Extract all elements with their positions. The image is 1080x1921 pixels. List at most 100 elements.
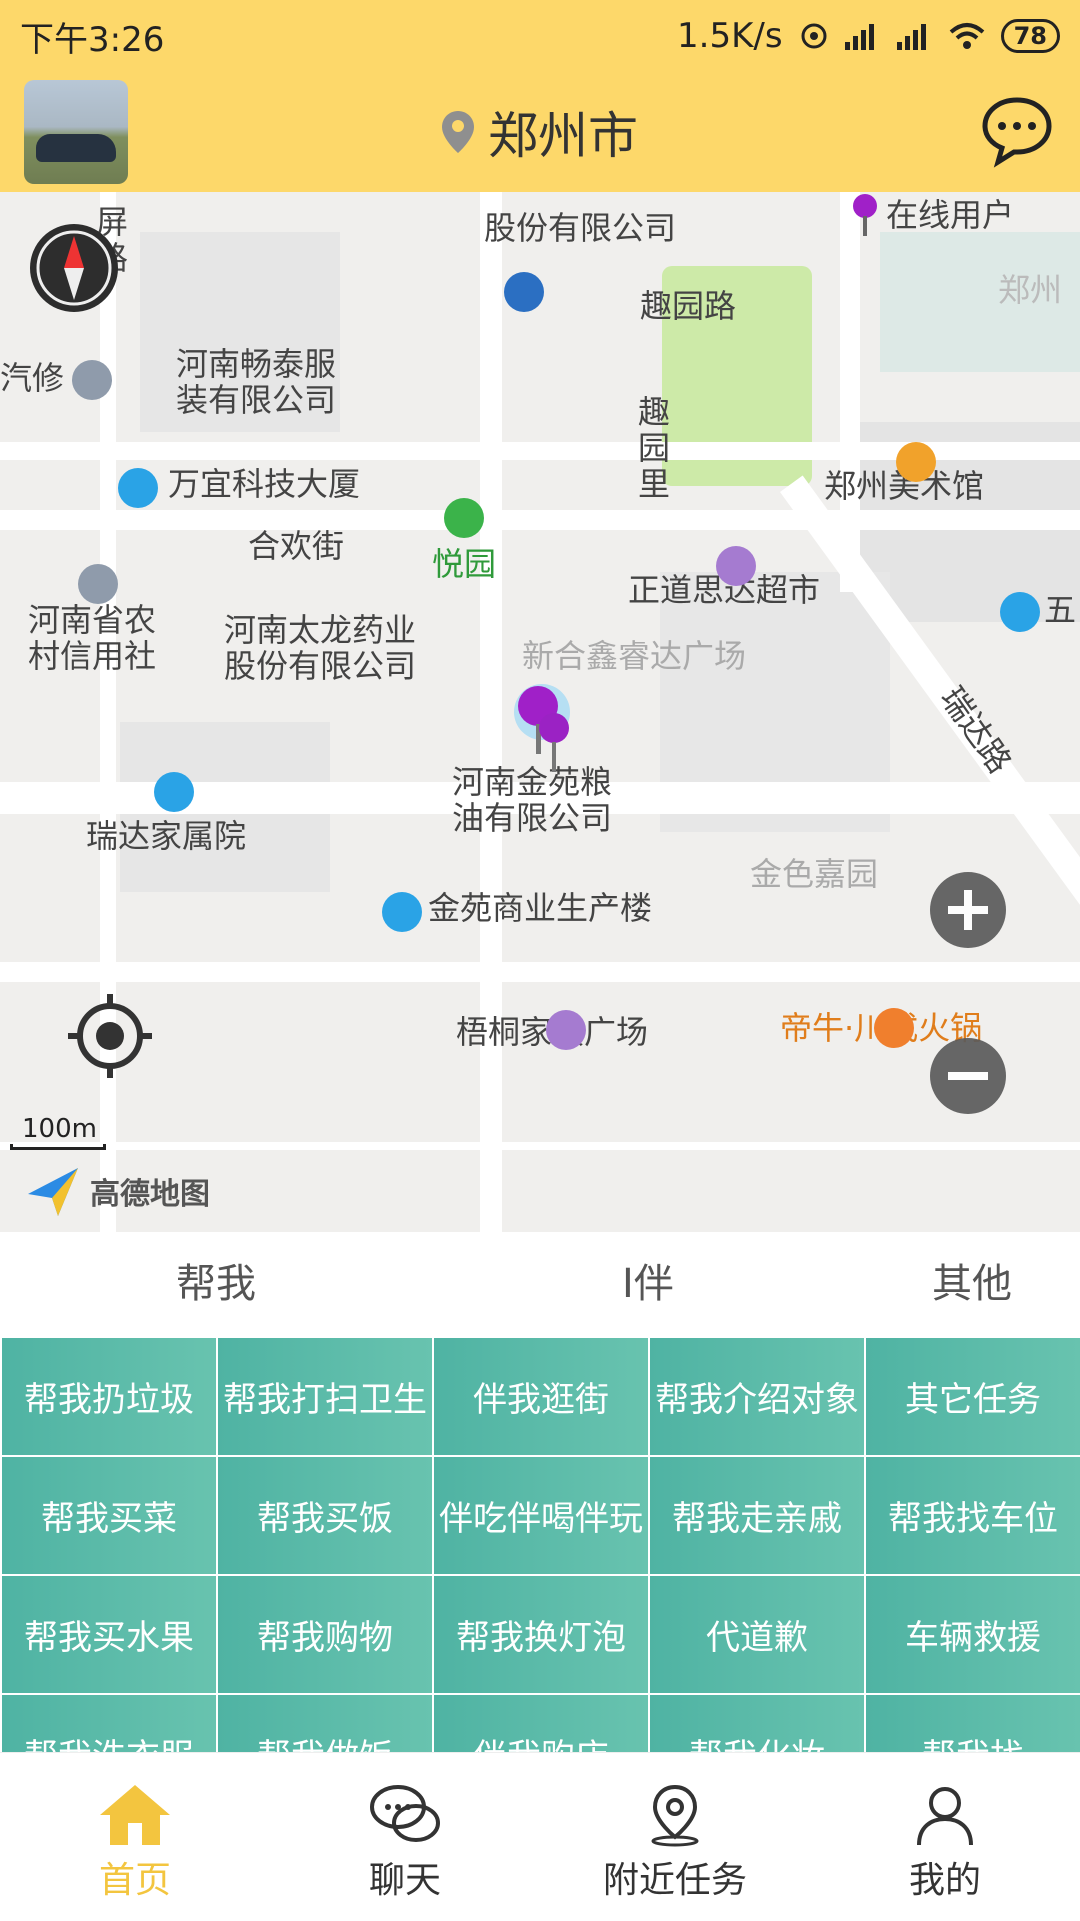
online-users-label: 在线用户	[886, 196, 1015, 234]
task-item[interactable]: 伴吃伴喝伴玩	[434, 1457, 648, 1574]
tab-other[interactable]: 其他	[932, 1232, 1012, 1336]
user-icon	[917, 1787, 973, 1846]
task-item[interactable]: 伴我购店	[434, 1695, 648, 1752]
map-provider-logo: 高德地图	[24, 1164, 210, 1218]
mall-icon	[546, 1010, 586, 1050]
map-label: 郑州	[998, 271, 1063, 309]
hotspot-icon	[801, 23, 827, 49]
map-scale: 100m	[10, 1114, 110, 1150]
residence-icon	[154, 772, 194, 812]
app-header: 郑州市	[0, 72, 1080, 192]
road	[0, 510, 1080, 530]
map-view[interactable]: 屏 路 股份有限公司 趣园路 郑州 河南畅泰服 装有限公司 汽修 万宜科技大厦 …	[0, 192, 1080, 1232]
locate-me-icon[interactable]	[66, 992, 154, 1080]
online-users-legend: 在线用户	[850, 192, 1014, 238]
task-item[interactable]: 帮我找	[866, 1695, 1080, 1752]
nav-chat[interactable]: 聊天	[270, 1753, 540, 1921]
nav-mine[interactable]: 我的	[810, 1753, 1080, 1921]
category-tabs: 帮我 I伴 其他	[0, 1232, 1080, 1336]
restaurant-icon	[874, 1008, 914, 1048]
task-item[interactable]: 帮我洗衣服	[2, 1695, 216, 1752]
map-label: 股份有限公司	[224, 647, 417, 685]
nav-mine-label: 我的	[908, 1860, 981, 1901]
map-pin-icon	[651, 1784, 699, 1847]
wrench-icon	[72, 360, 112, 400]
map-label: 汽修	[0, 359, 65, 397]
task-item[interactable]: 帮我做饭	[218, 1695, 432, 1752]
avatar[interactable]	[24, 80, 128, 184]
task-item[interactable]: 帮我找车位	[866, 1457, 1080, 1574]
task-item[interactable]: 帮我换灯泡	[434, 1576, 648, 1693]
task-item[interactable]: 帮我买饭	[218, 1457, 432, 1574]
task-item[interactable]: 帮我扔垃圾	[2, 1338, 216, 1455]
nav-nearby-tasks[interactable]: 附近任务	[540, 1753, 810, 1921]
map-label: 趣	[638, 393, 671, 431]
network-speed: 1.5K/s	[677, 16, 783, 56]
road	[0, 1142, 1080, 1150]
bottom-navigation: 首页 聊天 附近任务 我的	[0, 1752, 1080, 1921]
signal-icon-2	[896, 24, 926, 50]
nav-chat-label: 聊天	[368, 1860, 441, 1901]
map-label: 里	[638, 465, 671, 503]
task-item[interactable]: 帮我买水果	[2, 1576, 216, 1693]
provider-name: 高德地图	[90, 1177, 210, 1212]
map-label: 金苑商业生产楼	[428, 889, 653, 927]
task-item[interactable]: 帮我介绍对象	[650, 1338, 864, 1455]
task-item[interactable]: 帮我购物	[218, 1576, 432, 1693]
tab-companion[interactable]: I伴	[622, 1232, 674, 1336]
city-name: 郑州市	[488, 107, 638, 165]
user-location-pin-icon[interactable]	[534, 712, 574, 782]
map-label: 瑞达家属院	[86, 817, 247, 855]
map-label: 万宜科技大厦	[168, 465, 361, 503]
map-label: 村信用社	[28, 637, 157, 675]
status-time: 下午3:26	[20, 19, 165, 60]
map-label: 装有限公司	[176, 381, 337, 419]
shopping-cart-icon	[716, 546, 756, 586]
home-icon	[100, 1785, 170, 1845]
road	[480, 192, 502, 1232]
scale-label: 100m	[22, 1114, 97, 1144]
road	[0, 962, 1080, 982]
wifi-icon	[949, 23, 984, 49]
task-grid: 帮我扔垃圾 帮我打扫卫生 伴我逛街 帮我介绍对象 其它任务 帮我买菜 帮我买饭 …	[0, 1336, 1080, 1752]
map-label: 河南太龙药业	[224, 611, 417, 649]
task-item[interactable]: 帮我走亲戚	[650, 1457, 864, 1574]
task-item[interactable]: 帮我化妆	[650, 1695, 864, 1752]
bank-logo-icon	[504, 272, 544, 312]
park-icon	[444, 498, 484, 538]
status-bar: 下午3:26 1.5K/s 78	[0, 0, 1080, 72]
map-label: 新合鑫睿达广场	[522, 637, 747, 675]
task-item[interactable]: 代道歉	[650, 1576, 864, 1693]
chat-bubble-icon[interactable]	[980, 94, 1054, 168]
map-label: 油有限公司	[452, 799, 613, 837]
map-label: 瑞达路	[932, 679, 1020, 781]
map-label: 河南省农	[28, 601, 157, 639]
nav-home[interactable]: 首页	[0, 1753, 270, 1921]
office-building-icon	[382, 892, 422, 932]
zoom-in-button[interactable]	[930, 872, 1006, 948]
museum-icon	[896, 442, 936, 482]
minus-icon	[948, 1072, 988, 1080]
task-item[interactable]: 车辆救援	[866, 1576, 1080, 1693]
task-item[interactable]: 帮我打扫卫生	[218, 1338, 432, 1455]
nav-home-label: 首页	[98, 1860, 171, 1901]
amap-logo-icon	[28, 1168, 78, 1216]
task-item[interactable]: 伴我逛街	[434, 1338, 648, 1455]
bank-icon	[78, 564, 118, 604]
chat-icon	[370, 1785, 440, 1842]
status-icons: 1.5K/s 78	[677, 16, 1060, 56]
map-label: 悦园	[432, 545, 497, 583]
location-pin-icon	[442, 111, 474, 153]
zoom-out-button[interactable]	[930, 1038, 1006, 1114]
city-selector[interactable]: 郑州市	[0, 72, 1080, 192]
tab-help-me[interactable]: 帮我	[176, 1232, 256, 1336]
map-label: 五	[1044, 591, 1077, 629]
nav-nearby-tasks-label: 附近任务	[602, 1860, 747, 1901]
map-label: 合欢街	[248, 527, 345, 565]
battery-indicator: 78	[1000, 19, 1060, 53]
signal-icon	[844, 24, 874, 50]
office-building-icon	[118, 468, 158, 508]
task-item[interactable]: 其它任务	[866, 1338, 1080, 1455]
compass-icon[interactable]	[28, 222, 120, 314]
task-item[interactable]: 帮我买菜	[2, 1457, 216, 1574]
